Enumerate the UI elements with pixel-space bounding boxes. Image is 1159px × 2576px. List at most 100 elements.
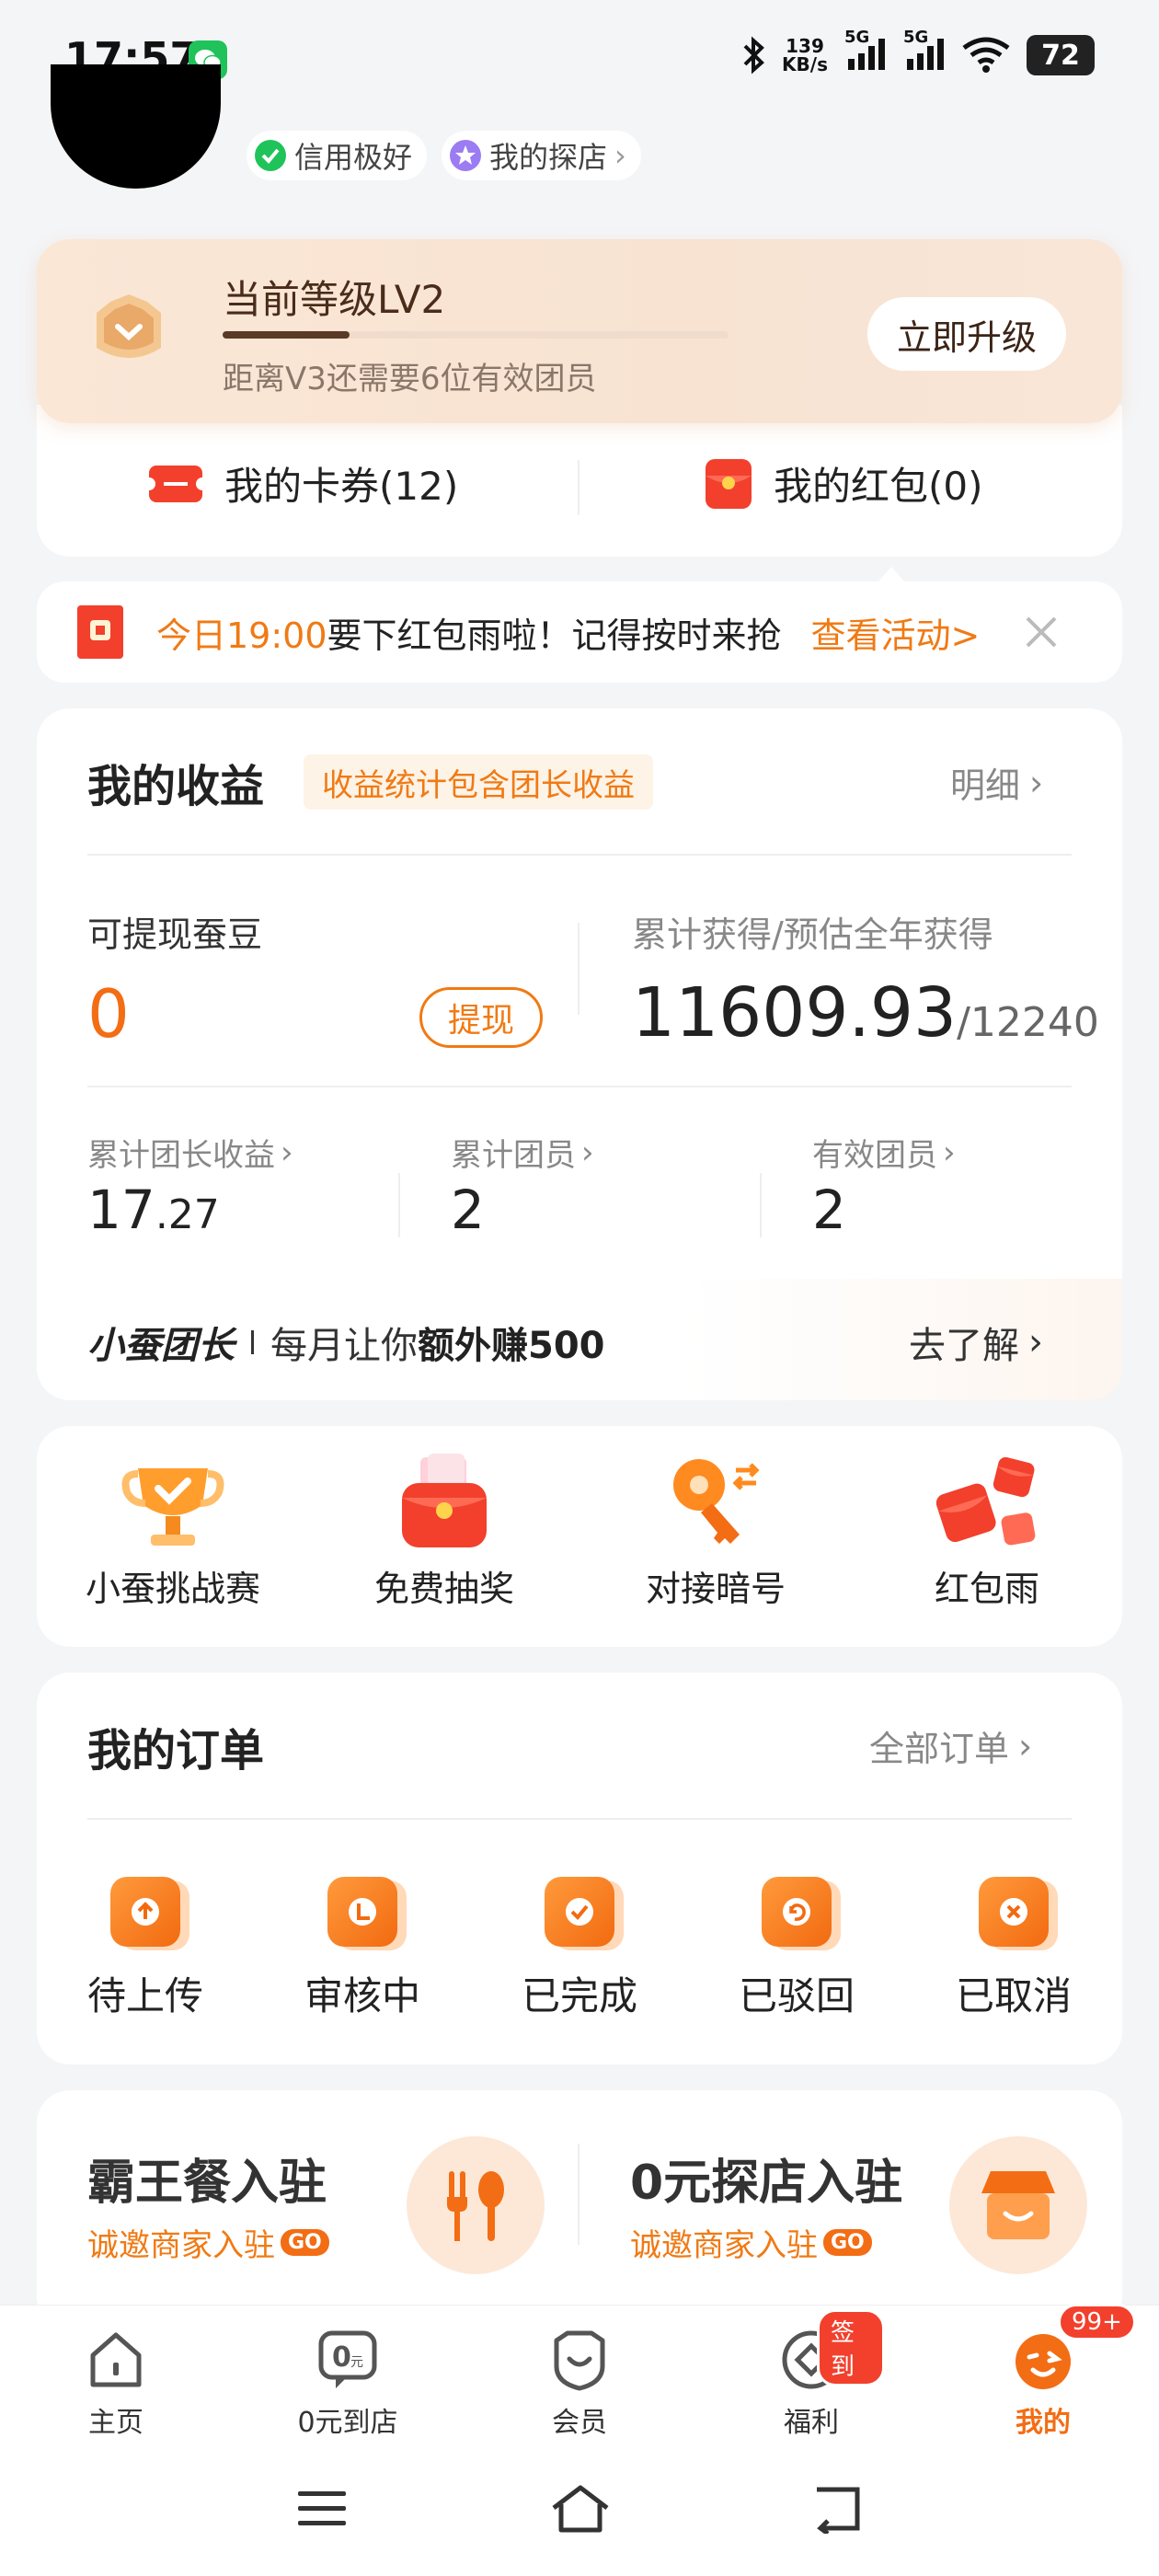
tab-mine[interactable]: 我的 99+: [970, 2304, 1136, 2440]
signal-1-icon: 5G: [844, 28, 887, 75]
quick-red-rain[interactable]: 红包雨: [877, 1452, 1097, 1611]
crown-badge-icon: [97, 294, 161, 358]
go-badge: GO: [281, 2229, 329, 2256]
merchant-divider: [578, 2144, 580, 2245]
reviewing-icon: [327, 1877, 397, 1947]
battery-indicator: 72: [1027, 35, 1095, 75]
tab-label: 主页: [88, 2407, 143, 2439]
level-progress-fill: [223, 331, 350, 339]
cumulative-values: 11609.93 /12240: [632, 973, 1099, 1052]
order-cancelled[interactable]: 已取消: [949, 1877, 1078, 2021]
fork-spoon-icon: [407, 2136, 545, 2274]
signal-2-icon: 5G: [903, 28, 946, 75]
quick-challenge[interactable]: 小蚕挑战赛: [63, 1452, 283, 1611]
stat-value-int: 2: [812, 1179, 846, 1241]
bluetooth-icon: [743, 36, 764, 75]
svg-text:0: 0: [332, 2341, 351, 2374]
detail-label: 明细: [950, 765, 1021, 806]
order-label: 已驳回: [738, 1973, 855, 2018]
notice-link[interactable]: 查看活动>: [811, 607, 981, 658]
go-badge: GO: [823, 2229, 872, 2256]
earnings-detail-link[interactable]: 明细 ›: [950, 757, 1043, 808]
order-pending-upload[interactable]: 待上传: [81, 1877, 210, 2021]
annual-estimate: /12240: [957, 999, 1099, 1046]
red-packet-icon: [706, 458, 752, 509]
sim1-label: 5G: [844, 28, 870, 47]
upload-icon: [110, 1877, 180, 1947]
level-subtitle: 距离V3还需要6位有效团员: [223, 361, 597, 397]
cancel-icon: [979, 1877, 1049, 1947]
stat-divider: [398, 1173, 400, 1237]
close-icon[interactable]: [1024, 615, 1059, 650]
svg-text:元: 元: [350, 2355, 363, 2370]
chevron-right-icon: ›: [1029, 762, 1044, 803]
lottery-box-icon: [402, 1454, 487, 1547]
tab-label: 会员: [552, 2407, 607, 2439]
all-orders-link[interactable]: 全部订单 ›: [869, 1720, 1032, 1771]
notice-pointer: [878, 567, 904, 581]
tab-welfare[interactable]: 福利 签到: [738, 2309, 885, 2440]
order-completed[interactable]: 已完成: [515, 1877, 644, 2021]
key-icon: [673, 1459, 760, 1544]
earnings-divider: [87, 854, 1072, 856]
merchant-sub: 诚邀商家入驻: [87, 2227, 275, 2264]
free-meal-merchant[interactable]: 霸王餐入驻 诚邀商家入驻 GO: [87, 2144, 329, 2265]
credit-label: 信用极好: [294, 140, 413, 175]
order-label: 已取消: [955, 1973, 1072, 2018]
zero-explore-merchant[interactable]: 0元探店入驻 诚邀商家入驻 GO: [630, 2144, 902, 2265]
my-explore-link[interactable]: 我的探店 ›: [442, 131, 641, 180]
chevron-right-icon: ›: [943, 1133, 956, 1171]
notice-banner[interactable]: 今日19:00 要下红包雨啦！记得按时来抢 查看活动>: [37, 581, 1122, 683]
quick-passcode[interactable]: 对接暗号: [605, 1452, 826, 1611]
home-nav-icon[interactable]: [550, 2484, 611, 2534]
quick-lottery[interactable]: 免费抽奖: [334, 1452, 555, 1611]
orders-divider: [87, 1818, 1072, 1820]
chevron-right-icon: ›: [1028, 1321, 1043, 1363]
stat-active-members[interactable]: 有效团员 › 2: [812, 1130, 956, 1242]
avatar[interactable]: [51, 64, 221, 189]
order-label: 审核中: [304, 1973, 420, 2018]
star-badge-icon: [450, 140, 481, 171]
tab-label: 我的: [1016, 2407, 1071, 2439]
red-envelope-icon: [77, 605, 123, 659]
tab-zero-store[interactable]: 0元 0元到店: [274, 2328, 421, 2440]
back-icon[interactable]: [809, 2484, 865, 2534]
my-coupons-link[interactable]: 我的卡券(12): [147, 455, 458, 512]
stat-total-members[interactable]: 累计团员 › 2: [451, 1130, 594, 1242]
team-leader-promo: 小蚕团长 每月让你 额外赚500: [87, 1316, 605, 1369]
tab-home[interactable]: 主页: [42, 2328, 189, 2440]
check-icon: [545, 1877, 614, 1947]
stat-label: 累计团员: [451, 1137, 576, 1174]
stat-divider: [760, 1173, 762, 1237]
ticket-icon: [147, 465, 204, 502]
stat-label: 累计团长收益: [87, 1137, 275, 1174]
withdraw-button[interactable]: 提现: [419, 987, 543, 1048]
stat-value-dec: .27: [155, 1191, 220, 1238]
tab-member[interactable]: 会员: [506, 2328, 653, 2440]
sign-in-badge: 签到: [817, 2309, 885, 2386]
status-icons: 139 KB/s 5G 5G 72: [741, 28, 1095, 75]
stat-team-leader-income[interactable]: 累计团长收益 › 17.27: [87, 1130, 293, 1242]
menu-icon[interactable]: [296, 2486, 348, 2532]
notification-badge: 99+: [1058, 2304, 1136, 2340]
team-leader-title: 小蚕团长: [87, 1325, 235, 1367]
shop-icon: [949, 2136, 1087, 2274]
learn-more-link[interactable]: 去了解 ›: [909, 1316, 1043, 1369]
net-speed: 139 KB/s: [782, 37, 828, 74]
separator: [251, 1330, 254, 1354]
cumulative-value: 11609.93: [632, 973, 958, 1052]
credit-badge[interactable]: 信用极好: [247, 131, 428, 180]
order-rejected[interactable]: 已驳回: [732, 1877, 861, 2021]
quick-label: 免费抽奖: [373, 1569, 514, 1609]
notice-time: 今日19:00: [156, 615, 327, 656]
home-icon: [90, 2332, 142, 2387]
upgrade-button[interactable]: 立即升级: [867, 297, 1066, 371]
learn-more-label: 去了解: [909, 1325, 1019, 1367]
tab-label: 0元到店: [297, 2407, 398, 2439]
chevron-right-icon: ›: [1018, 1725, 1033, 1766]
order-reviewing[interactable]: 审核中: [298, 1877, 427, 2021]
my-red-packets-link[interactable]: 我的红包(0): [704, 455, 983, 512]
earnings-tag: 收益统计包含团长收益: [304, 754, 653, 810]
tab-label: 福利: [784, 2407, 839, 2439]
explore-label: 我的探店: [489, 140, 608, 175]
